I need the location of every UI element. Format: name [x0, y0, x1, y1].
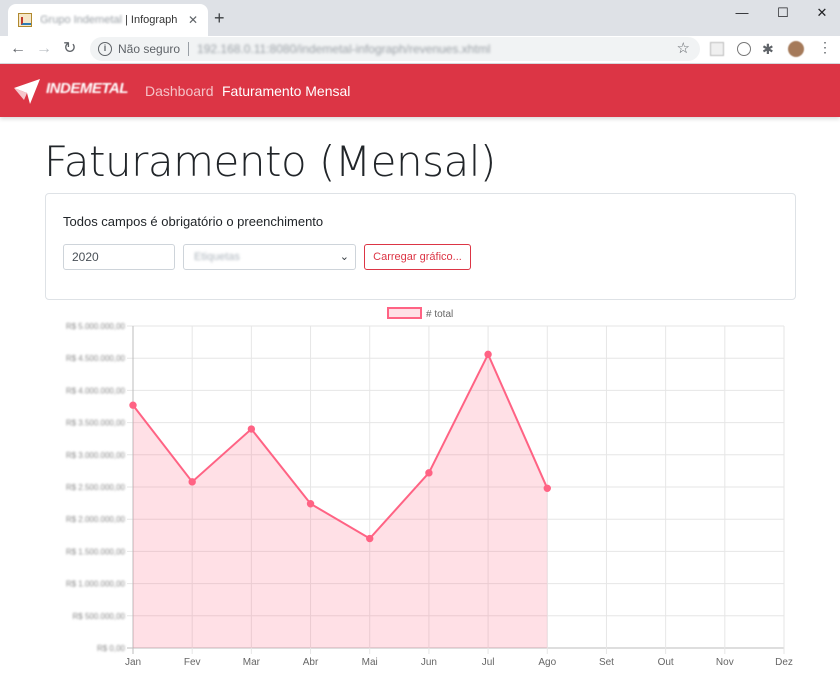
- browser-tab[interactable]: Grupo Indemetal | Infograph ✕: [8, 4, 208, 36]
- revenue-chart: # total R$ 5.000.000,00R$ 4.500.000,00R$…: [66, 307, 793, 668]
- tab-title: Grupo Indemetal | Infograph: [40, 14, 182, 26]
- data-point: [543, 484, 551, 492]
- x-tick-label: Out: [658, 657, 674, 668]
- load-chart-button[interactable]: Carregar gráfico...: [364, 244, 471, 270]
- x-tick-label: Ago: [538, 657, 556, 668]
- y-tick-label: R$ 2.500.000,00: [66, 483, 126, 492]
- x-axis-labels: Jan Fev Mar Abr Mai Jun Jul Ago Set Out Nov Dez: [125, 657, 793, 668]
- data-point: [129, 401, 137, 409]
- company-select-value: Etiquetas: [194, 251, 240, 263]
- y-tick-label: R$ 1.000.000,00: [66, 580, 126, 589]
- data-point: [188, 478, 196, 486]
- extension-circle-icon[interactable]: [737, 42, 751, 56]
- address-bar[interactable]: i Não seguro 192.168.0.11:8080/indemetal…: [90, 37, 700, 61]
- y-tick-label: R$ 5.000.000,00: [66, 322, 126, 331]
- security-label: Não seguro: [118, 42, 181, 56]
- y-tick-label: R$ 3.000.000,00: [66, 451, 126, 460]
- company-select[interactable]: Etiquetas ⌄: [183, 244, 356, 270]
- y-tick-label: R$ 500.000,00: [73, 612, 126, 621]
- app-navbar: INDEMETAL Dashboard Faturamento Mensal: [0, 64, 840, 117]
- filter-card: Todos campos é obrigatório o preenchimen…: [45, 193, 796, 300]
- info-icon[interactable]: i: [98, 42, 112, 56]
- reload-button[interactable]: ↻: [63, 39, 76, 59]
- profile-avatar[interactable]: [788, 41, 804, 57]
- back-button[interactable]: ←: [10, 39, 26, 59]
- data-point: [425, 469, 433, 477]
- extension-icon[interactable]: [710, 42, 724, 56]
- x-tick-label: Mai: [362, 657, 378, 668]
- legend-label: # total: [426, 309, 453, 320]
- browser-toolbar: ← → ↻ i Não seguro 192.168.0.11:8080/ind…: [0, 36, 840, 64]
- url-text[interactable]: 192.168.0.11:8080/indemetal-infograph/re…: [197, 42, 490, 56]
- form-note: Todos campos é obrigatório o preenchimen…: [63, 214, 324, 229]
- brand-logo[interactable]: INDEMETAL: [12, 76, 128, 106]
- x-tick-label: Dez: [775, 657, 793, 668]
- y-tick-label: R$ 4.000.000,00: [66, 386, 126, 395]
- data-point: [366, 534, 374, 543]
- browser-tabstrip: Grupo Indemetal | Infograph ✕ + — ☐ ✕: [0, 0, 840, 36]
- window-close-button[interactable]: ✕: [802, 4, 840, 22]
- x-tick-label: Jun: [421, 657, 437, 668]
- chart-favicon-icon: [18, 13, 32, 27]
- url-separator: [188, 42, 190, 56]
- y-tick-label: R$ 3.500.000,00: [66, 419, 126, 428]
- nav-link-faturamento[interactable]: Faturamento Mensal: [222, 83, 350, 99]
- logo-arrow-icon: [14, 79, 40, 104]
- x-tick-label: Abr: [303, 657, 319, 668]
- forward-button[interactable]: →: [36, 39, 52, 59]
- x-tick-label: Jan: [125, 657, 141, 668]
- data-point: [247, 425, 256, 433]
- x-tick-label: Nov: [716, 657, 734, 668]
- puzzle-icon[interactable]: ✱: [762, 42, 776, 56]
- new-tab-button[interactable]: +: [214, 8, 225, 28]
- legend-swatch: [387, 307, 422, 319]
- minimize-button[interactable]: —: [722, 4, 762, 22]
- y-tick-label: R$ 1.500.000,00: [66, 547, 126, 556]
- chart-legend[interactable]: # total: [387, 307, 453, 320]
- data-point: [306, 500, 315, 508]
- nav-link-dashboard[interactable]: Dashboard: [145, 83, 214, 99]
- tab-title-suffix: | Infograph: [121, 14, 178, 26]
- page-title: Faturamento (Mensal): [44, 137, 496, 186]
- y-tick-label: R$ 4.500.000,00: [66, 354, 126, 363]
- x-tick-label: Set: [599, 657, 614, 668]
- y-tick-label: R$ 2.000.000,00: [66, 515, 126, 524]
- logo-text: INDEMETAL: [46, 80, 128, 97]
- chart-series: [129, 350, 551, 648]
- star-icon[interactable]: ☆: [677, 39, 690, 57]
- chevron-down-icon: ⌄: [339, 251, 349, 263]
- close-icon[interactable]: ✕: [188, 13, 198, 27]
- menu-icon[interactable]: ⋮: [818, 40, 832, 54]
- data-point: [484, 350, 492, 359]
- x-tick-label: Jul: [482, 657, 495, 668]
- x-tick-label: Mar: [243, 657, 261, 668]
- tab-title-blurred: Grupo Indemetal: [40, 14, 122, 26]
- y-tick-label: R$ 0,00: [97, 644, 126, 653]
- year-input[interactable]: 2020: [63, 244, 175, 270]
- y-axis-labels: R$ 5.000.000,00 R$ 4.500.000,00 R$ 4.000.0…: [66, 322, 126, 653]
- x-tick-label: Fev: [184, 657, 201, 668]
- series-area: [133, 354, 548, 648]
- maximize-button[interactable]: ☐: [763, 4, 803, 22]
